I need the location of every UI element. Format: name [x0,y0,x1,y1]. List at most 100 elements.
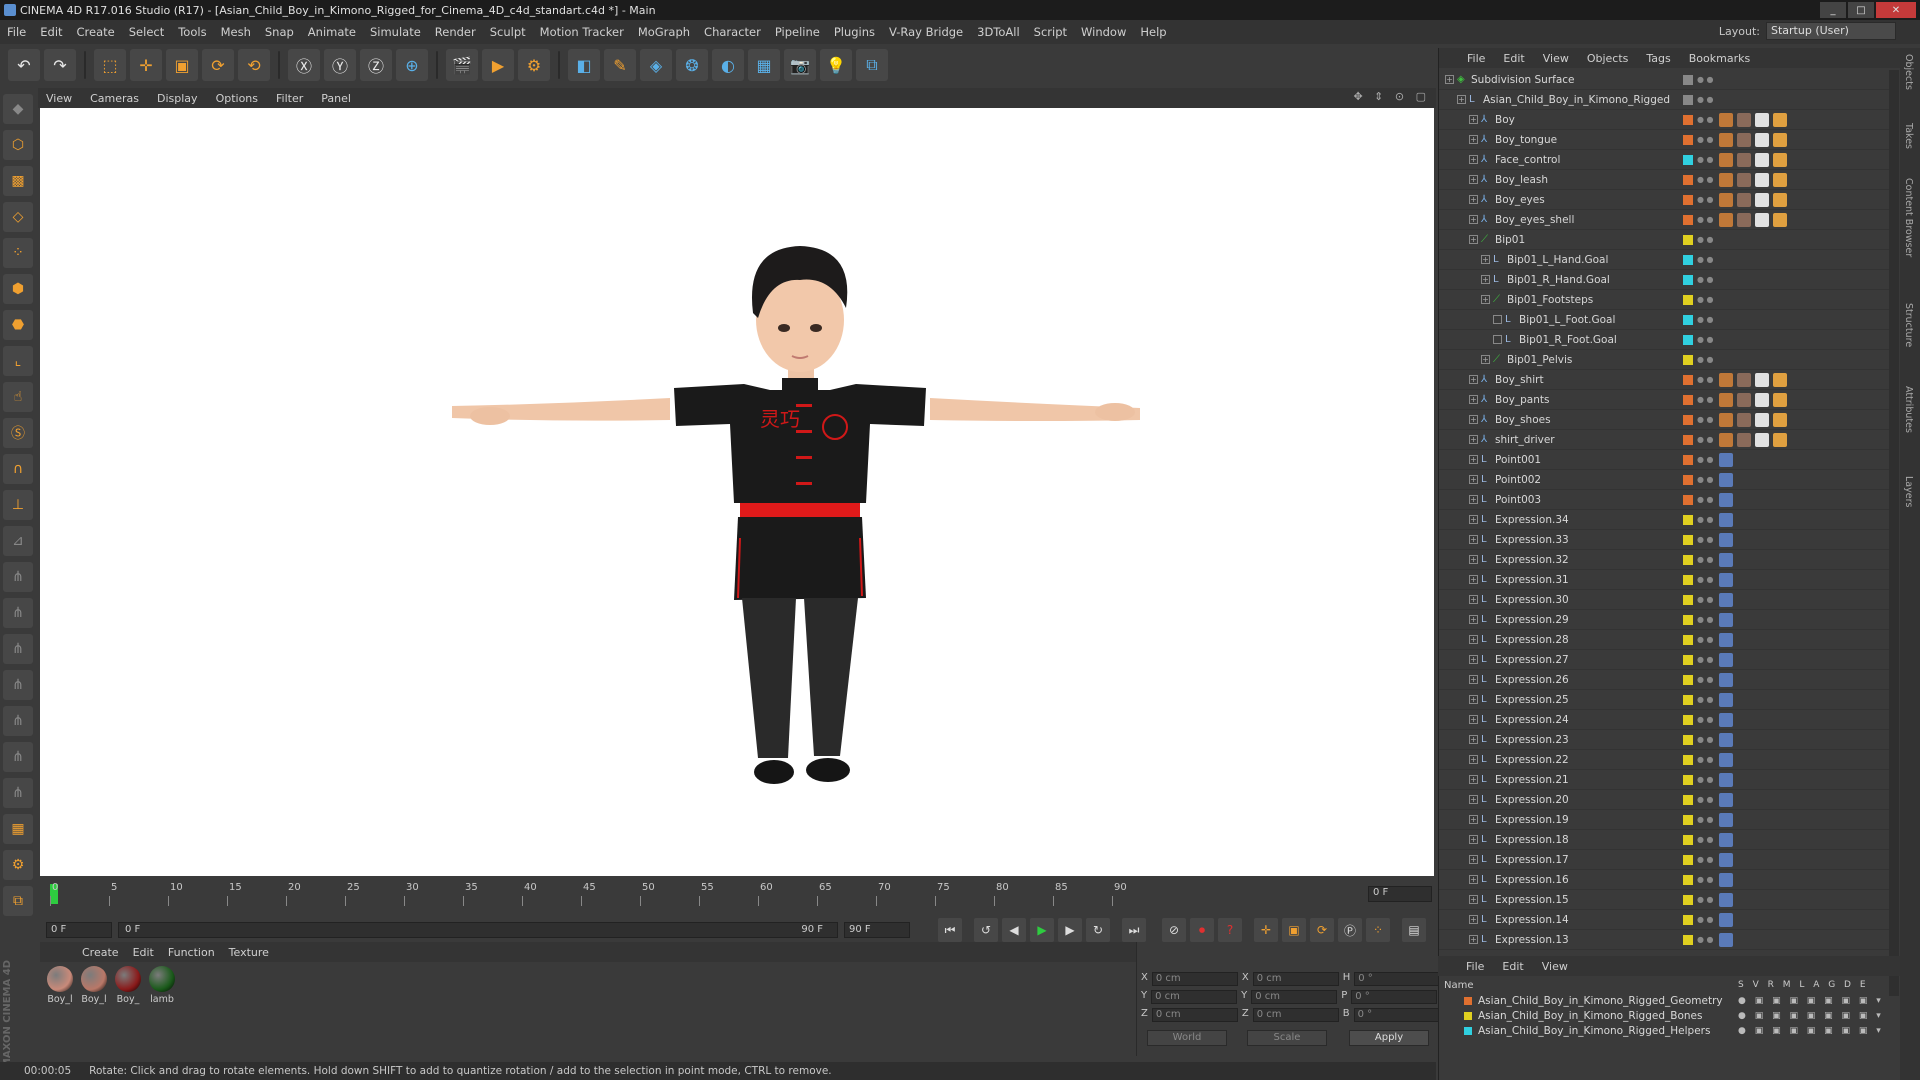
object-tag-icon[interactable] [1719,152,1733,167]
object-tag-icon[interactable] [1719,632,1733,647]
layer-color-swatch[interactable] [1683,934,1693,945]
expand-toggle-icon[interactable]: + [1469,495,1478,504]
object-row[interactable]: + L Expression.25 ● ● [1439,690,1889,710]
object-tag-icon[interactable] [1737,212,1751,227]
object-tag-icon[interactable] [1719,872,1733,887]
layer-color-swatch[interactable] [1464,1027,1472,1035]
object-tag-icon[interactable] [1773,132,1787,147]
floor-icon[interactable]: ▦ [748,49,780,81]
visibility-dots-icon[interactable]: ● ● [1697,855,1714,863]
object-tag-icon[interactable] [1719,372,1733,387]
layer-color-swatch[interactable] [1683,434,1693,445]
object-tag-icon[interactable] [1755,412,1769,427]
layer-flag-toggles[interactable]: ● ▣ ▣ ▣ ▣ ▣ ▣ ▣ ▾ [1738,996,1884,1006]
model-mode-icon[interactable]: ⬡ [3,130,33,160]
undo-icon[interactable]: ↶ [8,49,40,81]
object-tag-icon[interactable] [1755,132,1769,147]
expand-toggle-icon[interactable] [1493,335,1502,344]
object-row[interactable]: + L Expression.30 ● ● [1439,590,1889,610]
object-tag-icon[interactable] [1719,432,1733,447]
menu-window[interactable]: Window [1074,25,1133,39]
camera-icon[interactable]: 📷 [784,49,816,81]
record-active-icon[interactable]: ⏺ [1190,918,1214,942]
expand-toggle-icon[interactable]: + [1469,235,1478,244]
size-y-field[interactable]: 0 cm [1251,990,1338,1004]
material-menu-texture[interactable]: Texture [229,946,269,959]
visibility-dots-icon[interactable]: ● ● [1697,875,1714,883]
object-tag-icon[interactable] [1719,852,1733,867]
layer-color-swatch[interactable] [1683,294,1693,305]
size-x-field[interactable]: 0 cm [1252,972,1339,986]
menu-snap[interactable]: Snap [258,25,301,39]
layer-lock-icon[interactable]: ▦ [3,814,33,844]
menu-motion-tracker[interactable]: Motion Tracker [533,25,631,39]
visibility-dots-icon[interactable]: ● ● [1697,415,1714,423]
expand-toggle-icon[interactable]: + [1481,295,1490,304]
expand-toggle-icon[interactable]: + [1469,775,1478,784]
menu-character[interactable]: Character [697,25,768,39]
object-menu-bookmarks[interactable]: Bookmarks [1689,52,1750,65]
object-row[interactable]: + ⅄ shirt_driver ● ● [1439,430,1889,450]
object-tag-icon[interactable] [1773,432,1787,447]
layer-color-swatch[interactable] [1683,714,1693,725]
object-menu-view[interactable]: View [1543,52,1569,65]
layer-color-swatch[interactable] [1683,594,1693,605]
object-tag-icon[interactable] [1737,392,1751,407]
layer-color-swatch[interactable] [1683,94,1693,105]
object-tag-icon[interactable] [1737,132,1751,147]
pos-y-field[interactable]: 0 cm [1151,990,1238,1004]
layer-color-swatch[interactable] [1683,554,1693,565]
key-pla-icon[interactable]: ⁘ [1366,918,1390,942]
object-tag-icon[interactable] [1719,752,1733,767]
python-icon[interactable]: ⧉ [856,49,888,81]
rot-h-field[interactable]: 0 ° [1354,972,1441,986]
object-menu-edit[interactable]: Edit [1503,52,1524,65]
key-parameter-icon[interactable]: Ⓟ [1338,918,1362,942]
menu-3dtoall[interactable]: 3DToAll [970,25,1027,39]
timeline-window-icon[interactable]: ▤ [1402,918,1426,942]
play-icon[interactable]: ▶ [1030,918,1054,942]
object-row[interactable]: + L Point003 ● ● [1439,490,1889,510]
layer-color-swatch[interactable] [1683,894,1693,905]
expand-toggle-icon[interactable]: + [1469,395,1478,404]
workplane-mode-icon[interactable]: ◇ [3,202,33,232]
layer-color-swatch[interactable] [1683,654,1693,665]
layer-color-swatch[interactable] [1683,114,1693,125]
side-tab-content-browser[interactable]: Content Browser [1903,178,1914,257]
layer-color-swatch[interactable] [1683,574,1693,585]
object-tag-icon[interactable] [1719,392,1733,407]
layer-color-swatch[interactable] [1683,134,1693,145]
pen-spline-icon[interactable]: ✎ [604,49,636,81]
object-tag-icon[interactable] [1719,692,1733,707]
viewport-menu-view[interactable]: View [46,92,72,105]
object-tag-icon[interactable] [1737,192,1751,207]
visibility-dots-icon[interactable]: ● ● [1697,315,1714,323]
layer-color-swatch[interactable] [1683,454,1693,465]
visibility-dots-icon[interactable]: ● ● [1697,115,1714,123]
world-dropdown[interactable]: World [1147,1030,1227,1046]
expand-toggle-icon[interactable]: + [1469,935,1478,944]
layer-color-swatch[interactable] [1683,914,1693,925]
expand-toggle-icon[interactable]: + [1469,175,1478,184]
object-menu-tags[interactable]: Tags [1646,52,1670,65]
visibility-dots-icon[interactable]: ● ● [1697,155,1714,163]
object-row[interactable]: + L Expression.15 ● ● [1439,890,1889,910]
menu-sculpt[interactable]: Sculpt [483,25,533,39]
visibility-dots-icon[interactable]: ● ● [1697,235,1714,243]
menu-script[interactable]: Script [1027,25,1074,39]
expand-toggle-icon[interactable]: + [1457,95,1466,104]
object-row[interactable]: + ⅄ Boy_tongue ● ● [1439,130,1889,150]
viewport-menu-options[interactable]: Options [216,92,258,105]
minimize-button[interactable]: _ [1820,2,1846,18]
move-tool-icon[interactable]: ✛ [130,49,162,81]
render-picture-viewer-icon[interactable]: ▶ [482,49,514,81]
object-row[interactable]: + L Point001 ● ● [1439,450,1889,470]
menu-tools[interactable]: Tools [171,25,213,39]
viewport[interactable]: 灵巧 [40,108,1434,876]
deformer-icon[interactable]: ◐ [712,49,744,81]
visibility-dots-icon[interactable]: ● ● [1697,395,1714,403]
object-tag-icon[interactable] [1755,152,1769,167]
object-row[interactable]: + L Expression.22 ● ● [1439,750,1889,770]
expand-toggle-icon[interactable]: + [1469,415,1478,424]
object-row[interactable]: + L Expression.26 ● ● [1439,670,1889,690]
